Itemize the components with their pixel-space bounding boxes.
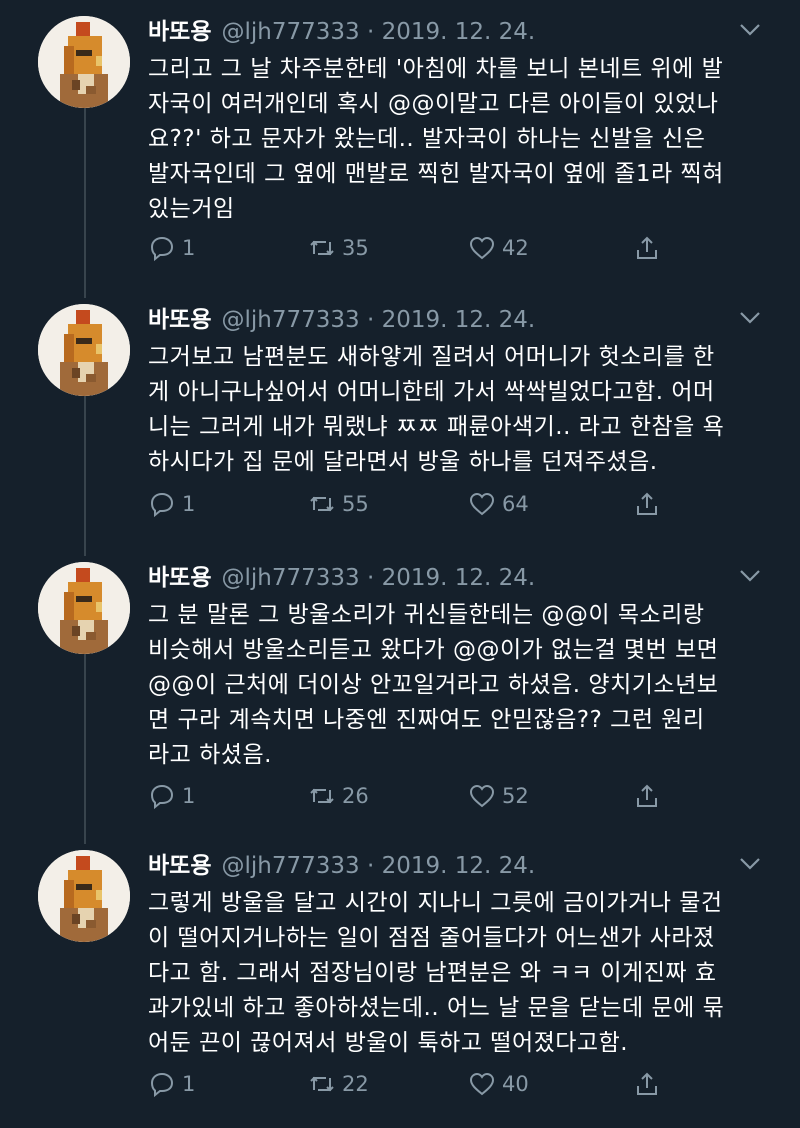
- reply-count: 1: [182, 492, 196, 516]
- share-button[interactable]: [633, 232, 661, 264]
- user-handle[interactable]: @ljh777333: [221, 19, 359, 45]
- chevron-down-icon[interactable]: [738, 308, 762, 328]
- heart-icon: [469, 492, 495, 516]
- tweet-text: 그리고 그 날 차주분한테 '아침에 차를 보니 본네트 위에 발 자국이 여러…: [148, 56, 724, 222]
- tweet-header: 바또용 @ljh777333 · 2019. 12. 24.: [148, 850, 535, 882]
- share-button[interactable]: [633, 780, 661, 812]
- avatar[interactable]: [38, 562, 130, 654]
- tweet-date[interactable]: 2019. 12. 24.: [382, 307, 536, 333]
- retweet-button[interactable]: 26: [308, 780, 369, 812]
- share-button[interactable]: [633, 1068, 661, 1100]
- reply-button[interactable]: 1: [148, 780, 195, 812]
- retweet-button[interactable]: 35: [308, 232, 369, 264]
- share-icon: [637, 784, 657, 807]
- tweet-actions: 1 35 42: [148, 232, 668, 264]
- retweet-count: 55: [342, 492, 369, 516]
- like-button[interactable]: 40: [468, 1068, 529, 1100]
- heart-icon: [469, 1072, 495, 1096]
- tweet-text: 그 분 말론 그 방울소리가 귀신들한테는 @@이 목소리랑 비슷해서 방울소리…: [148, 602, 719, 768]
- like-count: 40: [502, 1072, 529, 1096]
- chevron-down-icon[interactable]: [738, 566, 762, 586]
- retweet-count: 22: [342, 1072, 369, 1096]
- retweet-icon: [310, 788, 334, 804]
- retweet-count: 26: [342, 784, 369, 808]
- like-button[interactable]: 52: [468, 780, 529, 812]
- reply-button[interactable]: 1: [148, 1068, 195, 1100]
- reply-count: 1: [182, 784, 196, 808]
- reply-icon: [150, 784, 174, 810]
- display-name[interactable]: 바또용: [148, 307, 211, 333]
- user-handle[interactable]: @ljh777333: [221, 565, 359, 591]
- like-count: 42: [502, 236, 529, 260]
- display-name[interactable]: 바또용: [148, 853, 211, 879]
- like-count: 52: [502, 784, 529, 808]
- like-button[interactable]: 42: [468, 232, 529, 264]
- share-icon: [637, 1072, 657, 1095]
- like-count: 64: [502, 492, 529, 516]
- reply-button[interactable]: 1: [148, 232, 195, 264]
- tweet-header: 바또용 @ljh777333 · 2019. 12. 24.: [148, 304, 535, 336]
- tweet-actions: 1 55 64: [148, 488, 668, 520]
- tweet-date[interactable]: 2019. 12. 24.: [382, 19, 536, 45]
- separator-dot: ·: [366, 307, 375, 333]
- tweet[interactable]: 바또용 @ljh777333 · 2019. 12. 24. 그거보고 남편분도 …: [0, 296, 800, 546]
- tweet-header: 바또용 @ljh777333 · 2019. 12. 24.: [148, 16, 535, 48]
- separator-dot: ·: [366, 19, 375, 45]
- share-icon: [637, 492, 657, 515]
- avatar[interactable]: [38, 850, 130, 942]
- separator-dot: ·: [366, 853, 375, 879]
- tweet[interactable]: 바또용 @ljh777333 · 2019. 12. 24. 그리고 그 날 차주…: [0, 8, 800, 288]
- reply-icon: [150, 492, 174, 518]
- reply-icon: [150, 1072, 174, 1098]
- tweet-actions: 1 26 52: [148, 780, 668, 812]
- reply-icon: [150, 236, 174, 262]
- display-name[interactable]: 바또용: [148, 565, 211, 591]
- heart-icon: [469, 784, 495, 808]
- tweet[interactable]: 바또용 @ljh777333 · 2019. 12. 24. 그렇게 방울을 달고…: [0, 842, 800, 1122]
- retweet-icon: [310, 240, 334, 256]
- like-button[interactable]: 64: [468, 488, 529, 520]
- retweet-count: 35: [342, 236, 369, 260]
- retweet-button[interactable]: 22: [308, 1068, 369, 1100]
- tweet-date[interactable]: 2019. 12. 24.: [382, 565, 536, 591]
- tweet[interactable]: 바또용 @ljh777333 · 2019. 12. 24. 그 분 말론 그 방…: [0, 554, 800, 834]
- chevron-down-icon[interactable]: [738, 854, 762, 874]
- tweet-actions: 1 22 40: [148, 1068, 668, 1100]
- separator-dot: ·: [366, 565, 375, 591]
- heart-icon: [469, 236, 495, 260]
- chevron-down-icon[interactable]: [738, 20, 762, 40]
- tweet-text: 그렇게 방울을 달고 시간이 지나니 그릇에 금이가거나 물건 이 떨어지거나하…: [148, 890, 725, 1056]
- avatar[interactable]: [38, 304, 130, 396]
- display-name[interactable]: 바또용: [148, 19, 211, 45]
- retweet-icon: [310, 496, 334, 512]
- tweet-header: 바또용 @ljh777333 · 2019. 12. 24.: [148, 562, 535, 594]
- user-handle[interactable]: @ljh777333: [221, 853, 359, 879]
- user-handle[interactable]: @ljh777333: [221, 307, 359, 333]
- share-button[interactable]: [633, 488, 661, 520]
- avatar[interactable]: [38, 16, 130, 108]
- tweet-text: 그거보고 남편분도 새하얗게 질려서 어머니가 헛소리를 한 게 아니구나싶어서…: [148, 344, 725, 475]
- reply-button[interactable]: 1: [148, 488, 195, 520]
- share-icon: [637, 236, 657, 259]
- tweet-date[interactable]: 2019. 12. 24.: [382, 853, 536, 879]
- retweet-button[interactable]: 55: [308, 488, 369, 520]
- reply-count: 1: [182, 1072, 196, 1096]
- retweet-icon: [310, 1076, 334, 1092]
- reply-count: 1: [182, 236, 196, 260]
